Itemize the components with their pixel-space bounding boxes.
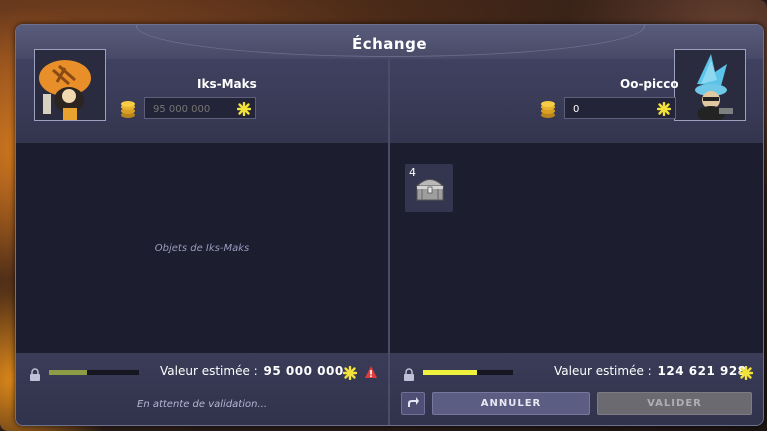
right-player-name: Oo-picco [620,77,679,91]
left-estimated-amount: 95 000 000 [263,364,344,378]
right-progress-fill [423,370,477,375]
left-status-text: En attente de validation... [137,399,267,410]
window-title: Échange [351,35,428,53]
right-kamas-input[interactable] [571,100,655,118]
share-button[interactable] [401,392,425,415]
left-items-area[interactable]: Objets de Iks-Maks [16,143,388,353]
right-player-panel: Oo-picco 4 [390,49,763,425]
title-bar[interactable]: Échange [16,25,763,60]
left-estimated-label: Valeur estimée : [160,364,258,378]
right-estimated-amount: 124 621 928 [657,364,747,378]
left-estimated-value: Valeur estimée : 95 000 000 [160,364,344,378]
left-progress-bar [49,370,139,375]
lock-icon [29,367,41,386]
right-progress-bar [423,370,513,375]
right-player-header: Oo-picco [390,49,763,143]
chest-icon [414,175,446,207]
right-player-avatar[interactable] [674,49,746,121]
item-slot[interactable]: 4 [405,164,453,212]
right-kamas-field [564,97,676,119]
coins-icon [120,100,136,118]
kamas-icon [236,101,252,120]
kamas-icon [656,101,672,120]
share-icon [406,396,420,411]
kamas-icon [738,365,754,384]
lock-icon [403,367,415,386]
left-kamas-field [144,97,256,119]
right-estimated-label: Valeur estimée : [554,364,652,378]
cancel-button[interactable]: ANNULER [432,392,590,415]
left-player-avatar[interactable] [34,49,106,121]
exchange-window: Échange Iks-Maks 95 000 000 Objets de Ik… [15,24,764,426]
left-player-name: Iks-Maks [197,77,257,91]
left-player-header: Iks-Maks [16,49,388,143]
coins-icon [540,100,556,118]
left-items-placeholder: Objets de Iks-Maks [154,243,250,254]
validate-button[interactable]: VALIDER [597,392,752,415]
warning-icon[interactable] [364,364,378,383]
left-progress-fill [49,370,87,375]
left-player-panel: Iks-Maks Objets de Iks-Maks [16,49,388,425]
kamas-icon [342,365,358,384]
left-kamas-input[interactable] [151,100,235,118]
right-footer: Valeur estimée : 124 621 928 ANNULER VAL… [390,353,763,425]
left-footer: Valeur estimée : 95 000 000 En attente d… [16,353,388,425]
right-items-area: 4 [390,143,763,353]
right-estimated-value: Valeur estimée : 124 621 928 [554,364,747,378]
